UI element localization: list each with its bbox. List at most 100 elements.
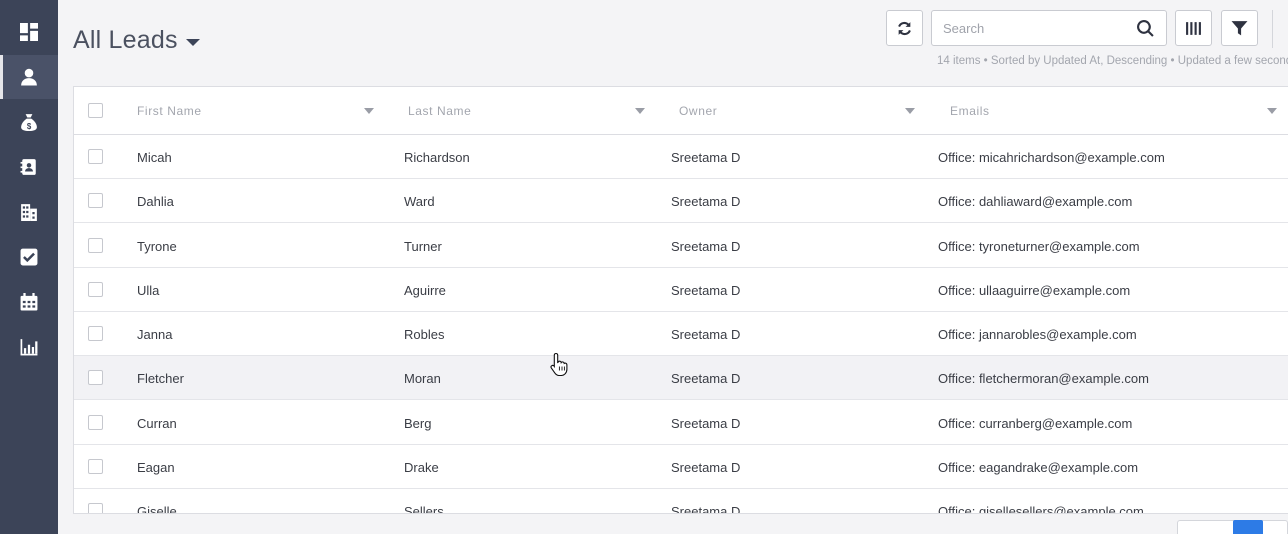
sidebar-item-leads[interactable] — [0, 55, 58, 99]
cell-first-name[interactable]: Ulla — [137, 283, 159, 298]
sidebar-item-reports[interactable] — [0, 325, 58, 369]
cell-last-name[interactable]: Ward — [404, 194, 435, 209]
row-checkbox[interactable] — [88, 237, 103, 253]
sort-caret-icon[interactable] — [635, 108, 645, 114]
cell-first-name[interactable]: Curran — [137, 416, 177, 431]
cell-owner[interactable]: Sreetama D — [671, 460, 740, 475]
row-checkbox[interactable] — [88, 193, 103, 209]
row-checkbox[interactable] — [88, 370, 103, 386]
calendar-icon — [20, 293, 38, 311]
leads-table: First Name Last Name Owner Emails Micah R… — [73, 86, 1288, 514]
cell-last-name[interactable]: Aguirre — [404, 283, 446, 298]
cell-last-name[interactable]: Robles — [404, 327, 444, 342]
sidebar-item-calendar[interactable] — [0, 280, 58, 324]
search-box — [931, 10, 1167, 46]
sidebar-item-dashboard[interactable] — [0, 10, 58, 54]
column-header-emails[interactable]: Emails — [950, 104, 990, 118]
money-bag-icon: $ — [21, 114, 37, 131]
chevron-down-icon — [185, 38, 200, 46]
table-header: First Name Last Name Owner Emails — [74, 87, 1288, 135]
column-header-last-name[interactable]: Last Name — [408, 104, 471, 118]
cell-email[interactable]: Office: gisellesellers@example.com — [938, 504, 1144, 513]
cell-email[interactable]: Office: micahrichardson@example.com — [938, 150, 1165, 165]
cell-owner[interactable]: Sreetama D — [671, 283, 740, 298]
sort-caret-icon[interactable] — [364, 108, 374, 114]
filter-icon — [1231, 20, 1248, 35]
cell-email[interactable]: Office: tyroneturner@example.com — [938, 239, 1140, 254]
cell-email[interactable]: Office: jannarobles@example.com — [938, 327, 1137, 342]
column-header-owner[interactable]: Owner — [679, 104, 717, 118]
cell-last-name[interactable]: Richardson — [404, 150, 470, 165]
user-icon — [21, 68, 37, 86]
cell-owner[interactable]: Sreetama D — [671, 239, 740, 254]
row-checkbox[interactable] — [88, 149, 103, 164]
cell-last-name[interactable]: Drake — [404, 460, 439, 475]
cell-last-name[interactable]: Sellers — [404, 504, 444, 513]
refresh-button[interactable] — [886, 10, 923, 46]
cell-first-name[interactable]: Micah — [137, 150, 172, 165]
pagination-current-page[interactable] — [1233, 520, 1263, 534]
svg-text:$: $ — [27, 122, 32, 131]
list-meta-info: 14 items • Sorted by Updated At, Descend… — [937, 55, 1288, 67]
cell-first-name[interactable]: Eagan — [137, 460, 175, 475]
cell-owner[interactable]: Sreetama D — [671, 150, 740, 165]
search-input[interactable] — [932, 20, 1122, 36]
cell-email[interactable]: Office: curranberg@example.com — [938, 416, 1132, 431]
row-checkbox[interactable] — [88, 326, 103, 341]
row-checkbox[interactable] — [88, 458, 103, 474]
building-icon — [21, 204, 37, 221]
sidebar-item-accounts[interactable] — [0, 190, 58, 234]
search-icon[interactable] — [1137, 20, 1154, 37]
sidebar-item-contacts[interactable] — [0, 145, 58, 189]
cell-first-name[interactable]: Dahlia — [137, 194, 174, 209]
cell-owner[interactable]: Sreetama D — [671, 194, 740, 209]
cell-last-name[interactable]: Turner — [404, 239, 442, 254]
table-row[interactable]: Dahlia Ward Sreetama D Office: dahliaward@e… — [74, 179, 1288, 224]
filter-button[interactable] — [1221, 10, 1258, 46]
table-row[interactable]: Fletcher Moran Sreetama D Office: fletcherm… — [74, 356, 1288, 401]
table-row[interactable]: Ulla Aguirre Sreetama D Office: ullaaguirre… — [74, 267, 1288, 312]
header-divider — [1272, 10, 1273, 48]
cell-first-name[interactable]: Fletcher — [137, 371, 184, 386]
refresh-icon — [898, 21, 911, 35]
columns-icon — [1186, 21, 1201, 35]
cell-owner[interactable]: Sreetama D — [671, 371, 740, 386]
cell-last-name[interactable]: Berg — [404, 416, 431, 431]
cell-owner[interactable]: Sreetama D — [671, 504, 740, 513]
table-row[interactable]: Tyrone Turner Sreetama D Office: tyroneturn… — [74, 223, 1288, 268]
table-row[interactable]: Eagan Drake Sreetama D Office: eagandrake@e… — [74, 444, 1288, 489]
checkbox-icon — [20, 248, 38, 266]
row-checkbox[interactable] — [88, 414, 103, 430]
cell-email[interactable]: Office: fletchermoran@example.com — [938, 371, 1149, 386]
cell-first-name[interactable]: Giselle — [137, 504, 177, 513]
cell-email[interactable]: Office: ullaaguirre@example.com — [938, 283, 1130, 298]
pagination — [1177, 520, 1288, 534]
row-checkbox[interactable] — [88, 503, 103, 513]
row-checkbox[interactable] — [88, 281, 103, 297]
hand-cursor-icon — [550, 352, 568, 376]
sidebar-item-opportunities[interactable]: $ — [0, 100, 58, 144]
sidebar-item-tasks[interactable] — [0, 235, 58, 279]
page-title[interactable]: All Leads — [73, 26, 200, 55]
table-row[interactable]: Janna Robles Sreetama D Office: jannarobles… — [74, 312, 1288, 356]
cell-owner[interactable]: Sreetama D — [671, 327, 740, 342]
cell-first-name[interactable]: Tyrone — [137, 239, 177, 254]
sidebar: $ — [0, 0, 58, 534]
table-row[interactable]: Curran Berg Sreetama D Office: curranberg@e… — [74, 400, 1288, 445]
columns-button[interactable] — [1175, 10, 1212, 46]
cell-last-name[interactable]: Moran — [404, 371, 441, 386]
address-book-icon — [20, 159, 36, 175]
select-all-checkbox[interactable] — [88, 103, 103, 118]
dashboard-icon — [20, 23, 38, 41]
cell-email[interactable]: Office: dahliaward@example.com — [938, 194, 1132, 209]
page-title-label: All Leads — [73, 26, 178, 54]
cell-email[interactable]: Office: eagandrake@example.com — [938, 460, 1138, 475]
table-row[interactable]: Micah Richardson Sreetama D Office: micahri… — [74, 135, 1288, 179]
cell-first-name[interactable]: Janna — [137, 327, 172, 342]
sort-caret-icon[interactable] — [1267, 108, 1277, 114]
table-row[interactable]: Giselle Sellers Sreetama D Office: giselles… — [74, 489, 1288, 513]
bar-chart-icon — [20, 339, 38, 356]
sort-caret-icon[interactable] — [905, 108, 915, 114]
column-header-first-name[interactable]: First Name — [137, 104, 202, 118]
cell-owner[interactable]: Sreetama D — [671, 416, 740, 431]
